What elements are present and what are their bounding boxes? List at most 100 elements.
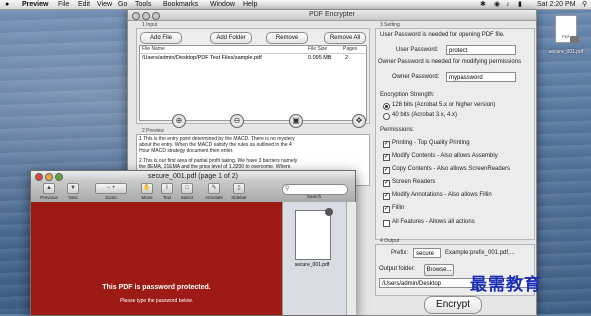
zoom-in-icon[interactable]: ⊕ xyxy=(172,114,186,128)
spotlight-icon[interactable]: ⚲ xyxy=(582,0,587,9)
menu-clock[interactable]: Sat 2:20 PM xyxy=(537,0,576,9)
prefix-label: Prefix: xyxy=(391,250,409,256)
user-password-note: User Password is needed for opening PDF … xyxy=(380,32,505,38)
check-modify-contents-label[interactable]: Modify Contents - Also allows Assembly xyxy=(392,153,498,159)
check-printing-label[interactable]: Printing - Top Quality Printing xyxy=(392,140,470,146)
radio-128-bits[interactable] xyxy=(383,103,390,110)
owner-password-note: Owner Password is needed for modifying p… xyxy=(378,59,522,65)
sidebar-label: Sidebar xyxy=(231,195,247,200)
select-tool-button[interactable]: □ Select xyxy=(177,183,197,200)
remove-button[interactable]: Remove xyxy=(266,32,308,44)
previous-button[interactable]: ▲ Previous xyxy=(37,183,61,200)
prefix-field[interactable]: secure xyxy=(413,248,441,258)
column-file-size[interactable]: File Size xyxy=(308,46,327,52)
encrypter-titlebar[interactable]: PDF Encrypter xyxy=(128,10,536,21)
pdf-document-icon: PDF xyxy=(555,15,579,43)
file-row-size[interactable]: 0.095 MB xyxy=(308,55,332,61)
up-arrow-icon: ▲ xyxy=(43,183,55,194)
column-pages[interactable]: Pages xyxy=(343,46,357,52)
radio-40-bits[interactable] xyxy=(383,113,390,120)
check-screen-readers-label[interactable]: Screen Readers xyxy=(392,179,435,185)
sidebar-icon: ▯ xyxy=(233,183,245,194)
text-label: Text xyxy=(162,195,172,200)
header-divider xyxy=(140,53,366,54)
page-thumbnail[interactable] xyxy=(295,208,333,260)
menu-window[interactable]: Window xyxy=(210,0,235,9)
menu-view[interactable]: View xyxy=(97,0,112,9)
text-tool-button[interactable]: I Text xyxy=(157,183,177,200)
menu-edit[interactable]: Edit xyxy=(78,0,90,9)
check-fillin-label[interactable]: Fillin xyxy=(392,205,404,211)
check-modify-annotations[interactable]: ✓ xyxy=(383,193,390,200)
next-button[interactable]: ▼ Next xyxy=(61,183,85,200)
fit-page-icon[interactable]: ▣ xyxy=(289,114,303,128)
annotate-label: Annotate xyxy=(204,195,223,200)
remove-all-button[interactable]: Remove All xyxy=(324,32,366,44)
zoom-out-icon[interactable]: ⊖ xyxy=(230,114,244,128)
check-copy-contents[interactable]: ✓ xyxy=(383,167,390,174)
user-password-field[interactable]: protect xyxy=(446,45,516,55)
volume-icon[interactable]: ♪ xyxy=(506,0,510,9)
thumbnail-label: secure_001.pdf xyxy=(294,262,330,268)
pan-icon[interactable]: ✥ xyxy=(352,114,366,128)
wifi-icon[interactable]: ◉ xyxy=(494,0,500,9)
move-tool-button[interactable]: ✋ Move xyxy=(137,183,157,200)
preview-window: secure_001.pdf (page 1 of 2) ▲ Previous ▼… xyxy=(30,170,356,316)
zoom-control[interactable]: − + Zoom xyxy=(93,183,129,200)
add-file-button[interactable]: Add File xyxy=(140,32,182,44)
previous-label: Previous xyxy=(40,195,58,200)
encrypter-title: PDF Encrypter xyxy=(309,11,355,18)
add-folder-button[interactable]: Add Folder xyxy=(210,32,252,44)
check-all-features-label[interactable]: All Features - Allows all actions xyxy=(392,219,475,225)
watermark-text: 最需教育 xyxy=(470,275,542,294)
password-prompt-message: Please type the password below. xyxy=(120,298,193,304)
menu-go[interactable]: Go xyxy=(118,0,127,9)
next-label: Next xyxy=(68,195,78,200)
hand-icon: ✋ xyxy=(141,183,153,194)
user-password-label: User Password: xyxy=(396,47,439,53)
desktop-file-icon[interactable]: PDF secure_001.pdf xyxy=(544,15,588,75)
check-copy-contents-label[interactable]: Copy Contents - Also allows ScreenReader… xyxy=(392,166,510,172)
password-protected-message: This PDF is password protected. xyxy=(102,284,211,291)
select-label: Select xyxy=(180,195,194,200)
output-folder-label: Output folder: xyxy=(379,266,416,272)
apple-menu-icon[interactable]: ● xyxy=(5,0,9,9)
annotate-button[interactable]: ✎ Annotate xyxy=(201,183,227,200)
check-screen-readers[interactable]: ✓ xyxy=(383,180,390,187)
preview-title: secure_001.pdf (page 1 of 2) xyxy=(148,173,238,180)
check-fillin[interactable]: ✓ xyxy=(383,206,390,213)
check-all-features[interactable] xyxy=(383,220,390,227)
owner-password-label: Owner Password: xyxy=(392,74,440,80)
radio-128-bits-label[interactable]: 128 bits (Acrobat 5.x or higher version) xyxy=(392,102,495,108)
owner-password-field[interactable]: mypassword xyxy=(446,72,516,82)
battery-icon[interactable]: ▮ xyxy=(518,0,522,9)
check-modify-contents[interactable]: ✓ xyxy=(383,154,390,161)
encrypt-button[interactable]: Encrypt xyxy=(424,296,482,314)
browse-button[interactable]: Browse... xyxy=(424,264,454,276)
menu-help[interactable]: Help xyxy=(243,0,257,9)
file-row-name[interactable]: /Users/admin/Desktop/PDF Test Files/samp… xyxy=(142,55,262,61)
sidebar-button[interactable]: ▯ Sidebar xyxy=(227,183,251,200)
menu-app-preview[interactable]: Preview xyxy=(22,0,48,9)
menu-tools[interactable]: Tools xyxy=(135,0,151,9)
zoom-label: Zoom xyxy=(105,195,117,200)
file-list[interactable]: File Name File Size Pages /Users/admin/D… xyxy=(139,45,367,121)
file-row-pages[interactable]: 2 xyxy=(345,55,348,61)
menu-file[interactable]: File xyxy=(58,0,69,9)
down-arrow-icon: ▼ xyxy=(67,183,79,194)
column-file-name[interactable]: File Name xyxy=(142,46,165,52)
check-modify-annotations-label[interactable]: Modify Annotations - Also allows Fillin xyxy=(392,192,492,198)
radio-40-bits-label[interactable]: 40 bits (Acrobat 3.x, 4.x) xyxy=(392,112,457,118)
encryption-strength-label: Encryption Strength: xyxy=(380,92,435,98)
desktop-file-caption: secure_001.pdf xyxy=(548,49,584,55)
prefix-example: Example:prefix_001.pdf,... xyxy=(445,250,515,256)
check-printing[interactable]: ✓ xyxy=(383,141,390,148)
sidebar-scrollbar[interactable] xyxy=(346,202,356,315)
search-label: Search xyxy=(306,194,322,199)
search-icon: ⚲ xyxy=(285,186,290,192)
bluetooth-icon[interactable]: ✱ xyxy=(480,0,486,9)
thumbnail-sidebar: secure_001.pdf xyxy=(282,202,356,315)
pdf-page-area[interactable]: This PDF is password protected. Please t… xyxy=(31,202,282,315)
annotate-icon: ✎ xyxy=(208,183,220,194)
menu-bookmarks[interactable]: Bookmarks xyxy=(163,0,198,9)
